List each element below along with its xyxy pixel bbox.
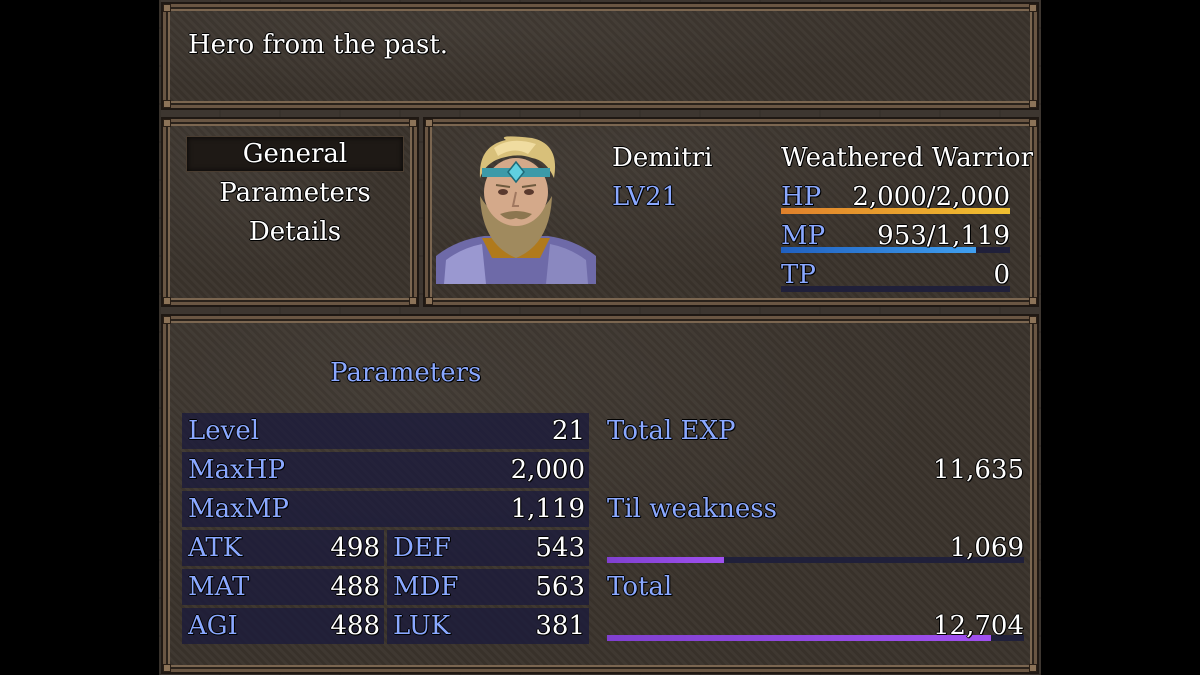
mp-value: 953/1,119 [877, 221, 1010, 251]
parameters-header: Parameters [330, 358, 482, 388]
actor-level: LV21 [612, 182, 679, 212]
tp-value: 0 [993, 260, 1010, 290]
hp-value: 2,000/2,000 [852, 182, 1010, 212]
param-value-maxmp: 1,119 [510, 494, 585, 524]
menu-item-details[interactable]: Details [186, 216, 404, 248]
parameters-window: Parameters Level 21 MaxHP 2,000 MaxMP 1,… [163, 316, 1037, 672]
menu-item-parameters[interactable]: Parameters [186, 177, 404, 209]
actor-portrait [436, 136, 596, 284]
exp-next-value: 1,069 [949, 533, 1024, 563]
exp-sum-value: 12,704 [933, 611, 1024, 641]
help-window: Hero from the past. [163, 4, 1037, 108]
param-value-mdf: 563 [535, 572, 585, 602]
param-value-maxhp: 2,000 [510, 455, 585, 485]
param-value-level: 21 [551, 416, 585, 446]
command-window: General Parameters Details [163, 119, 417, 305]
game-screen: Hero from the past. General Parameters D… [159, 0, 1041, 675]
param-value-agi: 488 [330, 611, 380, 641]
param-value-atk: 498 [330, 533, 380, 563]
exp-total-value: 11,635 [933, 455, 1024, 485]
help-text: Hero from the past. [188, 30, 449, 60]
status-window: Demitri LV21 Weathered Warrior HP 2,000/… [425, 119, 1037, 305]
param-value-mat: 488 [330, 572, 380, 602]
actor-nickname: Weathered Warrior [781, 143, 1034, 173]
exp-next-label: Til weakness [607, 494, 777, 524]
menu-item-general[interactable]: General [186, 138, 404, 170]
param-value-def: 543 [535, 533, 585, 563]
actor-name: Demitri [612, 143, 713, 173]
exp-total-label: Total EXP [607, 416, 736, 446]
param-value-luk: 381 [535, 611, 585, 641]
exp-sum-label: Total [607, 572, 673, 602]
